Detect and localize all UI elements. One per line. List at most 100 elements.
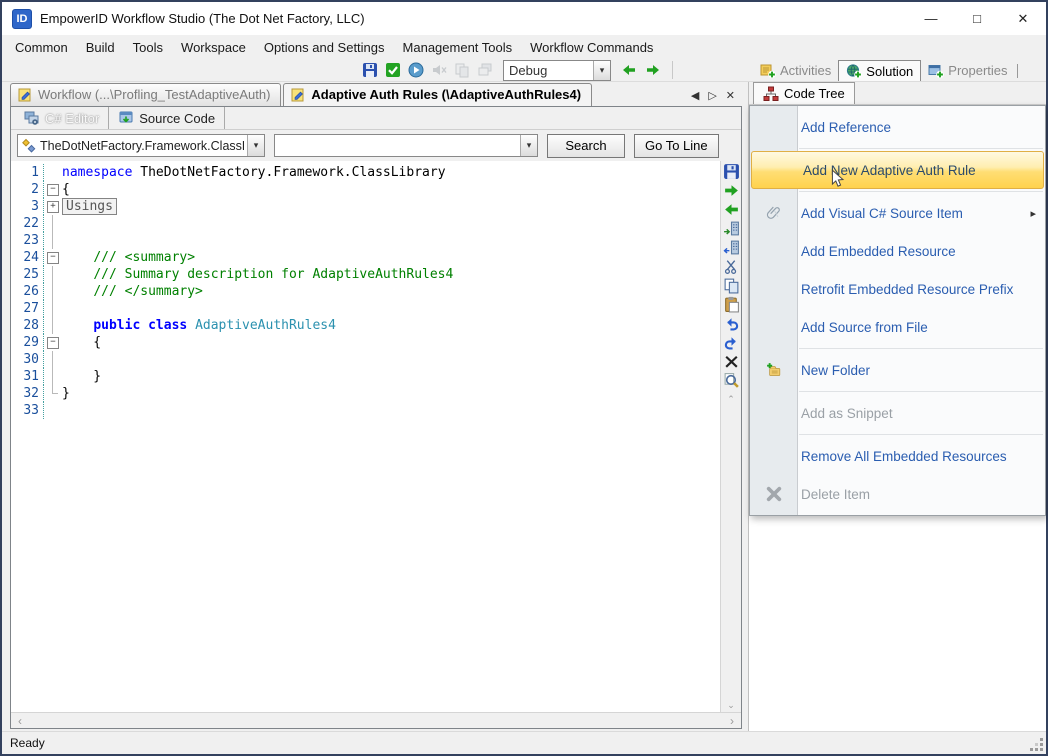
menu-workflow-commands[interactable]: Workflow Commands xyxy=(521,37,662,58)
delete-button[interactable] xyxy=(723,353,740,370)
find-button[interactable] xyxy=(723,372,740,389)
horizontal-scrollbar[interactable] xyxy=(11,712,741,728)
dropdown-arrow-icon[interactable] xyxy=(520,135,537,156)
back-button[interactable] xyxy=(723,201,740,218)
context-menu-separator xyxy=(799,391,1043,392)
fold-marker[interactable] xyxy=(43,368,60,385)
forward-button[interactable] xyxy=(723,182,740,199)
fold-marker[interactable] xyxy=(43,317,60,334)
goto-definition-button[interactable] xyxy=(723,220,740,237)
tab-code-tree[interactable]: Code Tree xyxy=(753,82,855,104)
forward-button[interactable] xyxy=(643,60,663,80)
scroll-up-icon[interactable] xyxy=(721,392,741,406)
fold-marker[interactable] xyxy=(43,334,60,351)
fold-marker[interactable] xyxy=(43,300,60,317)
scroll-tabs-left-icon[interactable]: ◀ xyxy=(691,89,699,102)
document-tab-adaptive-auth-rules[interactable]: Adaptive Auth Rules (\AdaptiveAuthRules4… xyxy=(283,83,592,106)
context-menu-item-remove-all-embedded-resources[interactable]: Remove All Embedded Resources xyxy=(750,437,1045,475)
code-segment: namespace xyxy=(62,165,132,180)
menu-build[interactable]: Build xyxy=(77,37,124,58)
resize-grip[interactable] xyxy=(1040,748,1043,751)
context-menu-item-delete-item: Delete Item xyxy=(750,475,1045,513)
app-window: ID EmpowerID Workflow Studio (The Dot Ne… xyxy=(0,0,1048,756)
scroll-right-icon[interactable] xyxy=(723,714,741,728)
scroll-left-icon[interactable] xyxy=(11,714,29,728)
menu-tools[interactable]: Tools xyxy=(124,37,172,58)
context-menu-item-retrofit-embedded-resource-prefix[interactable]: Retrofit Embedded Resource Prefix xyxy=(750,270,1045,308)
paste-button[interactable] xyxy=(723,296,740,313)
line-number: 3 xyxy=(11,198,43,215)
code-text: { xyxy=(62,334,101,351)
menu-management-tools[interactable]: Management Tools xyxy=(394,37,522,58)
line-number: 31 xyxy=(11,368,43,385)
main-toolbar: Debug xyxy=(2,59,745,81)
copy-doc-icon xyxy=(454,62,470,78)
fold-marker[interactable] xyxy=(43,351,60,368)
copy-button[interactable] xyxy=(723,277,740,294)
configuration-combobox[interactable]: Debug xyxy=(503,60,611,81)
close-tab-icon[interactable]: ✕ xyxy=(726,89,735,102)
fold-marker[interactable] xyxy=(43,249,60,266)
run-button[interactable] xyxy=(406,60,426,80)
namespace-combobox[interactable]: TheDotNetFactory.Framework.ClassLibr xyxy=(17,134,265,157)
fold-marker xyxy=(43,164,60,181)
menu-common[interactable]: Common xyxy=(6,37,77,58)
goto-line-button[interactable]: Go To Line xyxy=(634,134,719,158)
code-segment xyxy=(62,284,93,299)
context-menu-item-new-folder[interactable]: New Folder xyxy=(750,351,1045,389)
dropdown-arrow-icon[interactable] xyxy=(593,61,610,80)
code-line: 3Usings xyxy=(11,198,720,215)
save-button[interactable] xyxy=(723,163,740,180)
context-menu-item-add-embedded-resource[interactable]: Add Embedded Resource xyxy=(750,232,1045,270)
document-tab-label: Workflow (...\Profling_TestAdaptiveAuth) xyxy=(38,87,270,102)
context-menu-separator xyxy=(799,148,1043,149)
scroll-tabs-right-icon[interactable]: ▷ xyxy=(708,89,716,102)
context-menu-separator xyxy=(799,434,1043,435)
fold-marker[interactable] xyxy=(43,232,60,249)
dropdown-arrow-icon[interactable] xyxy=(247,135,264,156)
tab-activities[interactable]: Activities xyxy=(753,60,838,81)
code-line: 27 xyxy=(11,300,720,317)
status-bar: Ready xyxy=(2,731,1046,754)
undo-button[interactable] xyxy=(723,315,740,332)
minimize-button[interactable]: — xyxy=(908,2,954,35)
vertical-scroll-track[interactable] xyxy=(721,406,741,698)
context-menu-item-add-reference[interactable]: Add Reference xyxy=(750,108,1045,146)
fold-marker[interactable] xyxy=(43,215,60,232)
context-menu-item-add-source-from-file[interactable]: Add Source from File xyxy=(750,308,1045,346)
context-menu-item-add-visual-csharp-source-item[interactable]: Add Visual C# Source Item▸ xyxy=(750,194,1045,232)
document-tab-workflow[interactable]: Workflow (...\Profling_TestAdaptiveAuth) xyxy=(10,83,281,106)
menu-workspace[interactable]: Workspace xyxy=(172,37,255,58)
vertical-scrollbar[interactable] xyxy=(721,392,741,712)
close-button[interactable]: ✕ xyxy=(1000,2,1046,35)
line-number: 25 xyxy=(11,266,43,283)
fold-marker[interactable] xyxy=(43,283,60,300)
line-number: 1 xyxy=(11,164,43,181)
fold-marker[interactable] xyxy=(43,181,60,198)
scroll-down-icon[interactable] xyxy=(721,698,741,712)
code-editor[interactable]: 1namespace TheDotNetFactory.Framework.Cl… xyxy=(11,161,720,712)
search-button[interactable]: Search xyxy=(547,134,625,158)
context-menu-icon-cell xyxy=(750,486,798,502)
search-combobox[interactable] xyxy=(274,134,538,157)
return-definition-button[interactable] xyxy=(723,239,740,256)
fold-marker[interactable] xyxy=(43,266,60,283)
tab-source-code[interactable]: Source Code xyxy=(109,107,225,129)
tab-solution[interactable]: Solution xyxy=(838,60,921,81)
code-segment: { xyxy=(62,182,70,197)
back-button[interactable] xyxy=(619,60,639,80)
tab-csharp-editor[interactable]: C# Editor xyxy=(15,107,109,129)
cut-button[interactable] xyxy=(723,258,740,275)
context-menu-item-add-new-adaptive-auth-rule[interactable]: Add New Adaptive Auth Rule xyxy=(751,151,1044,189)
fold-marker[interactable] xyxy=(43,198,60,215)
redo-button[interactable] xyxy=(723,334,740,351)
tab-properties[interactable]: Properties xyxy=(921,60,1014,81)
build-check-button[interactable] xyxy=(383,60,403,80)
context-menu-label: Add Reference xyxy=(798,120,891,135)
save-button[interactable] xyxy=(360,60,380,80)
fold-marker[interactable] xyxy=(43,385,60,402)
maximize-button[interactable]: □ xyxy=(954,2,1000,35)
search-input[interactable] xyxy=(275,135,520,156)
code-segment: } xyxy=(62,386,70,401)
menu-options-and-settings[interactable]: Options and Settings xyxy=(255,37,394,58)
